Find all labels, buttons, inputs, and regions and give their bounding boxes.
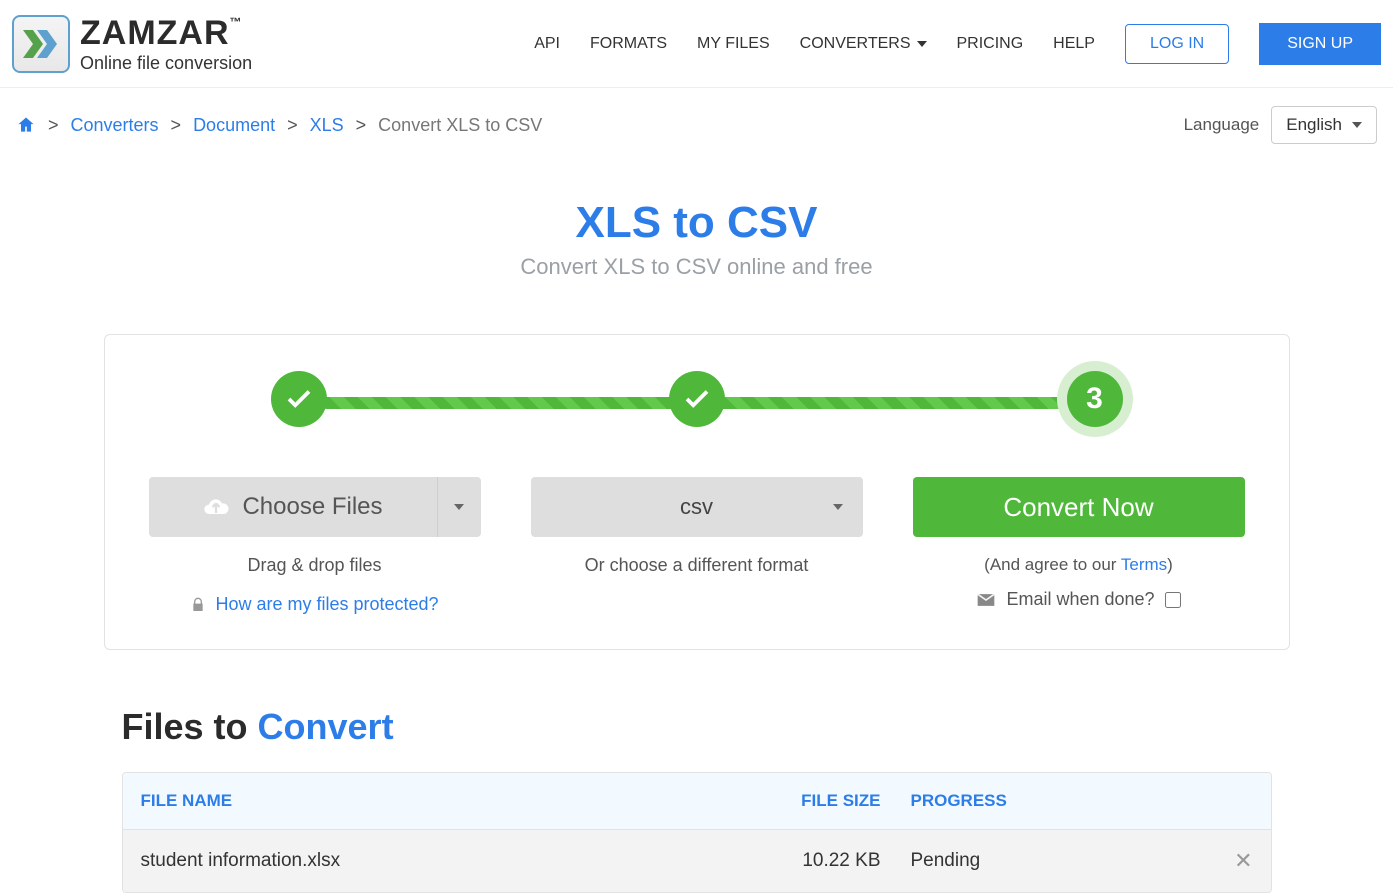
logo[interactable]: ZAMZAR™ Online file conversion [12,15,252,73]
terms-post: ) [1167,555,1173,574]
page-title: XLS to CSV [0,198,1393,248]
brand-tagline: Online file conversion [80,54,252,72]
file-remove: ✕ [1213,848,1253,874]
files-section-title: Files to Convert [122,706,1272,748]
files-section-t1: Files to [122,706,258,747]
step-indicator: 3 [299,371,1095,441]
brand-name: ZAMZAR™ [80,16,252,50]
col-filename: FILE NAME [141,791,781,811]
table-row: student information.xlsx 10.22 KB Pendin… [123,829,1271,892]
hero: XLS to CSV Convert XLS to CSV online and… [0,198,1393,280]
files-table-head: FILE NAME FILE SIZE PROGRESS [123,773,1271,829]
logo-text: ZAMZAR™ Online file conversion [80,16,252,72]
format-hint: Or choose a different format [585,555,809,576]
breadcrumb: > Converters > Document > XLS > Convert … [16,115,542,136]
converter-columns: Choose Files Drag & drop files How are m… [149,477,1245,615]
breadcrumb-document[interactable]: Document [193,115,275,136]
breadcrumb-sep: > [171,115,182,136]
close-icon[interactable]: ✕ [1234,848,1252,873]
mail-icon [976,590,996,610]
choose-files-dropdown[interactable] [437,477,481,537]
files-protected-hint: How are my files protected? [190,594,438,615]
breadcrumb-current: Convert XLS to CSV [378,115,542,136]
nav-formats[interactable]: FORMATS [590,35,667,53]
email-when-done-label: Email when done? [1006,589,1154,610]
breadcrumb-sep: > [356,115,367,136]
logo-mark-icon [12,15,70,73]
format-column: csv Or choose a different format [531,477,863,615]
cloud-upload-icon [202,493,230,521]
language-label: Language [1184,115,1260,135]
language-picker: Language English [1184,106,1377,144]
page-subtitle: Convert XLS to CSV online and free [0,254,1393,280]
choose-files-button[interactable]: Choose Files [149,477,437,537]
breadcrumb-sep: > [287,115,298,136]
format-select[interactable]: csv [531,477,863,537]
file-progress: Pending [881,850,1213,872]
chevron-down-icon [454,504,464,510]
col-actions [1213,791,1253,811]
breadcrumb-row: > Converters > Document > XLS > Convert … [0,88,1393,150]
breadcrumb-sep: > [48,115,59,136]
choose-files-label: Choose Files [242,493,382,521]
nav-myfiles[interactable]: MY FILES [697,35,770,53]
step-1 [271,371,327,427]
col-filesize: FILE SIZE [781,791,881,811]
terms-agree: (And agree to our Terms) [984,555,1173,575]
home-icon[interactable] [16,115,36,135]
nav-help[interactable]: HELP [1053,35,1095,53]
chevron-down-icon [917,41,927,47]
language-value: English [1286,115,1342,135]
nav-converters-label: CONVERTERS [800,35,911,53]
header: ZAMZAR™ Online file conversion API FORMA… [0,0,1393,88]
main-nav: API FORMATS MY FILES CONVERTERS PRICING … [534,23,1381,65]
chevron-down-icon [833,504,843,510]
login-button[interactable]: LOG IN [1125,24,1229,64]
format-value: csv [680,494,713,520]
terms-link[interactable]: Terms [1121,555,1167,574]
file-size: 10.22 KB [781,850,881,872]
language-select[interactable]: English [1271,106,1377,144]
choose-files-group: Choose Files [149,477,481,537]
breadcrumb-xls[interactable]: XLS [310,115,344,136]
email-when-done[interactable]: Email when done? [976,589,1180,610]
nav-pricing[interactable]: PRICING [957,35,1024,53]
files-section-t2: Convert [258,706,394,747]
chevron-down-icon [1352,122,1362,128]
files-protected-link[interactable]: How are my files protected? [215,594,438,614]
nav-api[interactable]: API [534,35,560,53]
file-name: student information.xlsx [141,850,781,872]
nav-converters[interactable]: CONVERTERS [800,35,927,53]
step-2 [669,371,725,427]
email-when-done-checkbox[interactable] [1165,592,1181,608]
col-progress: PROGRESS [881,791,1213,811]
files-table: FILE NAME FILE SIZE PROGRESS student inf… [122,772,1272,893]
terms-pre: (And agree to our [984,555,1121,574]
converter-card: 3 Choose Files Drag & drop files How are… [104,334,1290,650]
lock-icon [190,597,206,613]
drag-drop-hint: Drag & drop files [247,555,381,576]
signup-button[interactable]: SIGN UP [1259,23,1381,65]
step-3: 3 [1067,371,1123,427]
breadcrumb-converters[interactable]: Converters [71,115,159,136]
convert-now-button[interactable]: Convert Now [913,477,1245,537]
choose-files-column: Choose Files Drag & drop files How are m… [149,477,481,615]
convert-column: Convert Now (And agree to our Terms) Ema… [913,477,1245,615]
